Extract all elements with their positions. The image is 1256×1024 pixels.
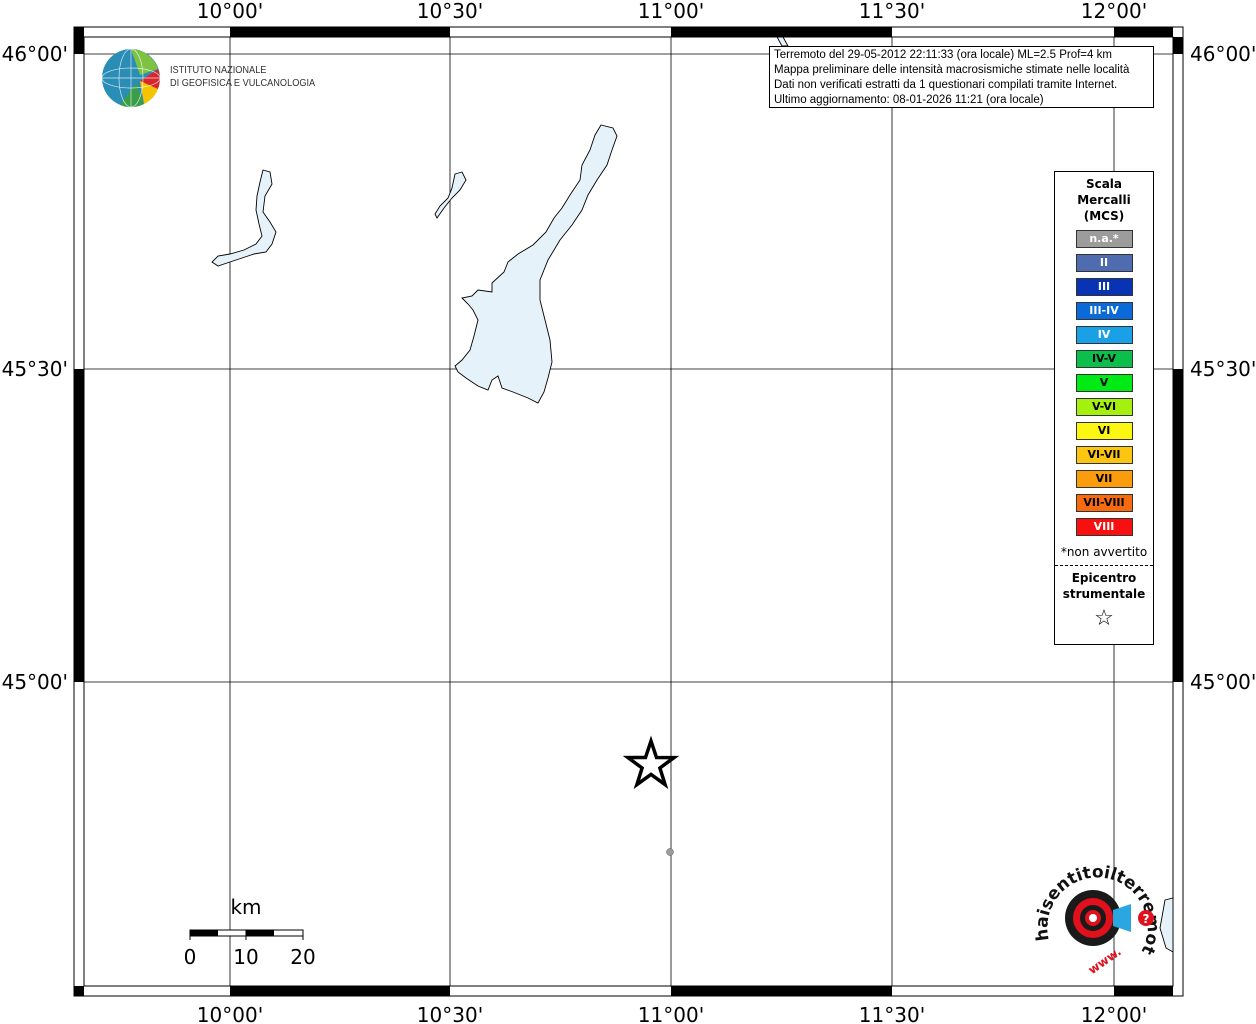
legend-divider — [1055, 565, 1153, 566]
lon-label-top: 11°00' — [638, 0, 704, 23]
lat-label-right: 45°00' — [1190, 670, 1256, 694]
lat-label-right: 46°00' — [1190, 42, 1256, 66]
legend-scale-item: VIII — [1075, 518, 1133, 536]
lat-label-left: 45°30' — [2, 357, 68, 381]
lon-label-top: 10°30' — [417, 0, 483, 23]
hst-logo: haisentitoilterremoto.it ? www. — [1035, 860, 1163, 977]
lat-label-left: 46°00' — [2, 42, 68, 66]
scale-bar-tick: 10 — [233, 945, 258, 969]
lon-label-bottom: 10°00' — [197, 1003, 263, 1024]
legend-epicenter-line: strumentale — [1062, 587, 1146, 601]
event-info-line: Terremoto del 29-05-2012 22:11:33 (ora l… — [774, 49, 1112, 61]
legend-scale-item: III-IV — [1075, 302, 1133, 320]
legend-scale-item: IV-V — [1075, 350, 1133, 368]
mcs-legend: Scala Mercalli (MCS) n.a.* II III III-IV IV I… — [1054, 171, 1154, 645]
svg-text:?: ? — [1143, 912, 1150, 926]
scale-bar-tick: 0 — [184, 945, 197, 969]
lon-label-bottom: 11°00' — [638, 1003, 704, 1024]
map-frame — [73, 26, 1184, 997]
lat-label-left: 45°00' — [2, 670, 68, 694]
legend-epicenter-line: Epicentro — [1071, 571, 1137, 585]
legend-scale-item: VII-VIII — [1075, 494, 1133, 512]
legend-epicenter-label: Epicentro strumentale — [1055, 570, 1153, 602]
lon-label-top: 11°30' — [859, 0, 925, 23]
ingv-name-line: DI GEOFISICA E VULCANOLOGIA — [170, 78, 316, 89]
legend-title-line: Scala — [1085, 177, 1123, 191]
legend-scale-item: VII — [1075, 470, 1133, 488]
legend-scale-item: VI — [1075, 422, 1133, 440]
lon-label-bottom: 11°30' — [859, 1003, 925, 1024]
legend-note: *non avvertito — [1060, 545, 1148, 559]
legend-scale-item: III — [1075, 278, 1133, 296]
legend-scale-item: IV — [1075, 326, 1133, 344]
legend-title-line: Mercalli — [1077, 193, 1131, 207]
event-info-line: Ultimo aggiornamento: 08-01-2026 11:21 (… — [774, 94, 1044, 106]
lon-label-top: 12°00' — [1081, 0, 1147, 23]
event-info-line: Dati non verificati estratti da 1 questi… — [774, 79, 1118, 91]
legend-scale-item: VI-VII — [1075, 446, 1133, 464]
star-outline-icon: ☆ — [1094, 606, 1114, 631]
lon-label-bottom: 12°00' — [1081, 1003, 1147, 1024]
event-info-box: Terremoto del 29-05-2012 22:11:33 (ora l… — [769, 46, 1154, 108]
intensity-point-na — [666, 848, 674, 856]
legend-scale-item: V — [1075, 374, 1133, 392]
legend-scale-item: II — [1075, 254, 1133, 272]
lon-label-bottom: 10°30' — [417, 1003, 483, 1024]
legend-title: Scala Mercalli (MCS) — [1055, 176, 1153, 224]
ingv-name: ISTITUTO NAZIONALE DI GEOFISICA E VULCAN… — [170, 64, 315, 90]
scale-bar-tick: 20 — [290, 945, 315, 969]
legend-title-line: (MCS) — [1083, 209, 1125, 223]
hst-logo-prefix: www. — [1086, 944, 1124, 977]
scale-bar-unit: km — [230, 895, 261, 919]
event-info-line: Mappa preliminare delle intensità macros… — [774, 64, 1130, 76]
legend-scale-list: n.a.* II III III-IV IV IV-V V V-VI VI VI-VII VII VI… — [1055, 230, 1153, 536]
legend-scale-item: n.a.* — [1075, 230, 1133, 248]
ingv-name-line: ISTITUTO NAZIONALE — [170, 65, 267, 76]
lon-label-top: 10°00' — [197, 0, 263, 23]
lat-label-right: 45°30' — [1190, 357, 1256, 381]
legend-scale-item: V-VI — [1075, 398, 1133, 416]
